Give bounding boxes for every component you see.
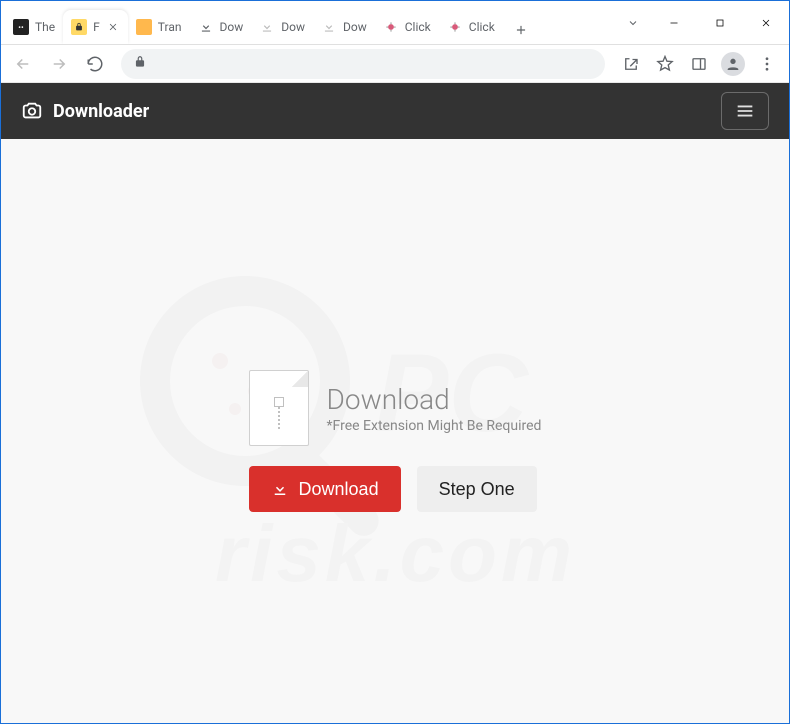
browser-tab[interactable]: Dow — [251, 10, 313, 44]
site-header: Downloader — [1, 83, 789, 139]
download-card: Download *Free Extension Might Be Requir… — [249, 370, 542, 512]
browser-tab[interactable]: Dow — [190, 10, 252, 44]
reload-button[interactable] — [79, 48, 111, 80]
browser-tab[interactable]: Click — [375, 10, 439, 44]
tab-favicon — [136, 19, 152, 35]
download-icon — [321, 19, 337, 35]
tab-label: F — [93, 20, 100, 34]
tab-close-icon[interactable] — [106, 20, 120, 34]
camera-icon — [21, 100, 43, 122]
download-icon — [259, 19, 275, 35]
address-bar[interactable] — [121, 49, 605, 79]
close-window-button[interactable] — [743, 1, 789, 44]
menu-button[interactable] — [751, 48, 783, 80]
zip-file-icon — [249, 370, 309, 446]
browser-tab[interactable]: Click — [439, 10, 503, 44]
forward-button[interactable] — [43, 48, 75, 80]
tab-label: Dow — [220, 20, 244, 34]
share-button[interactable] — [615, 48, 647, 80]
download-icon — [198, 19, 214, 35]
minimize-button[interactable] — [651, 1, 697, 44]
svg-text:risk.com: risk.com — [215, 509, 576, 598]
page-content: PC risk.com Download *Free Extension Mig… — [1, 139, 789, 723]
avatar-icon — [721, 52, 745, 76]
bookmark-button[interactable] — [649, 48, 681, 80]
tab-favicon: •• — [13, 19, 29, 35]
window-controls — [615, 1, 789, 44]
hamburger-menu[interactable] — [721, 92, 769, 130]
browser-tab[interactable]: •• The — [5, 10, 63, 44]
browser-tab[interactable]: Dow — [313, 10, 375, 44]
tab-label: Dow — [343, 20, 367, 34]
card-subtitle: *Free Extension Might Be Required — [327, 418, 542, 434]
brand-label: Downloader — [53, 101, 149, 122]
brand[interactable]: Downloader — [21, 100, 149, 122]
lock-icon — [133, 54, 147, 73]
window-titlebar: •• The F Tran Dow — [1, 1, 789, 45]
tab-label: The — [35, 20, 55, 34]
tab-label: Click — [469, 20, 495, 34]
back-button[interactable] — [7, 48, 39, 80]
tab-search-button[interactable] — [615, 1, 651, 44]
profile-button[interactable] — [717, 48, 749, 80]
download-button-label: Download — [299, 479, 379, 500]
side-panel-button[interactable] — [683, 48, 715, 80]
step-one-button[interactable]: Step One — [417, 466, 537, 512]
tab-favicon — [383, 19, 399, 35]
maximize-button[interactable] — [697, 1, 743, 44]
tab-favicon — [447, 19, 463, 35]
tab-label: Click — [405, 20, 431, 34]
browser-tab-active[interactable]: F — [63, 10, 128, 44]
tab-favicon — [71, 19, 87, 35]
browser-toolbar — [1, 45, 789, 83]
download-icon — [271, 480, 289, 498]
tab-label: Dow — [281, 20, 305, 34]
tab-strip: •• The F Tran Dow — [1, 1, 615, 44]
step-one-label: Step One — [439, 479, 515, 500]
new-tab-button[interactable] — [507, 16, 535, 44]
tab-label: Tran — [158, 20, 182, 34]
card-title: Download — [327, 383, 542, 416]
browser-tab[interactable]: Tran — [128, 10, 190, 44]
download-button[interactable]: Download — [249, 466, 401, 512]
